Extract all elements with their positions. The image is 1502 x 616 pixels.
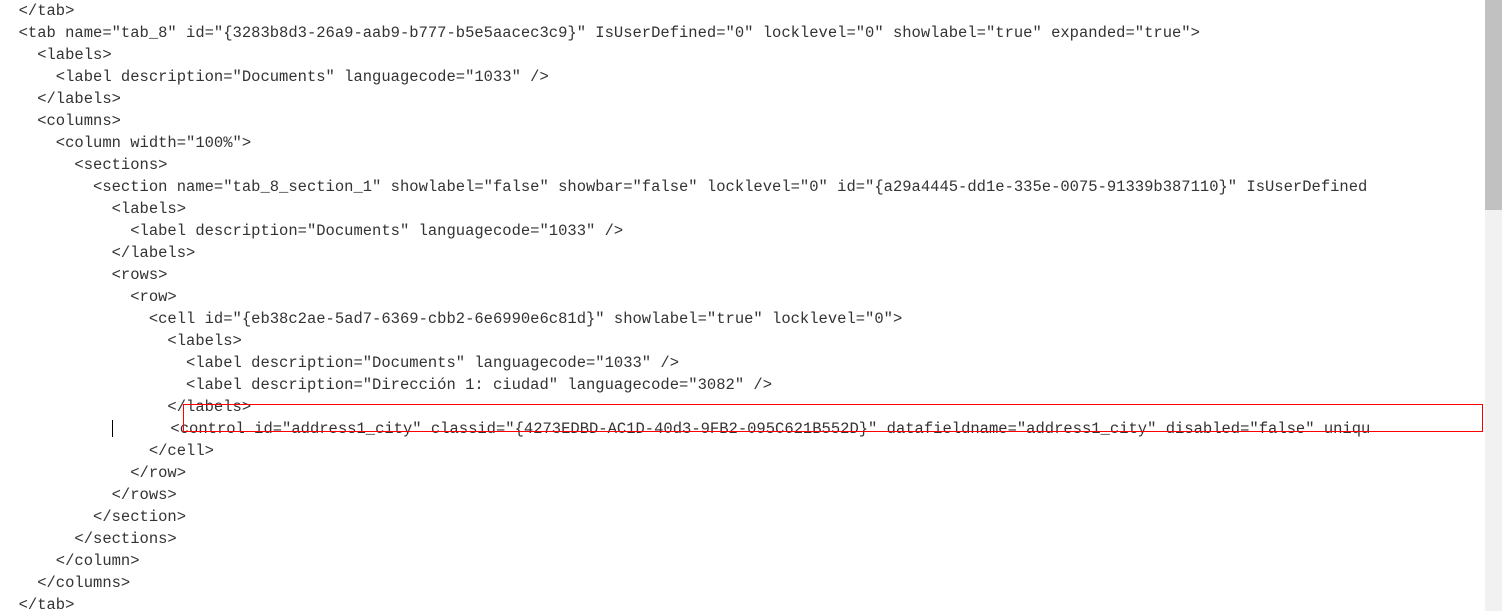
code-line: <row> xyxy=(0,286,1502,308)
code-line: <tab name="tab_8" id="{3283b8d3-26a9-aab… xyxy=(0,22,1502,44)
code-line: <section name="tab_8_section_1" showlabe… xyxy=(0,176,1502,198)
code-line: <cell id="{eb38c2ae-5ad7-6369-cbb2-6e699… xyxy=(0,308,1502,330)
code-line: </columns> xyxy=(0,572,1502,594)
code-line: </labels> xyxy=(0,88,1502,110)
vertical-scrollbar-track[interactable] xyxy=(1485,0,1502,611)
code-line: </tab> xyxy=(0,0,1502,22)
code-line: </row> xyxy=(0,462,1502,484)
code-line: <column width="100%"> xyxy=(0,132,1502,154)
highlight-rectangle xyxy=(183,404,1483,432)
code-line: </column> xyxy=(0,550,1502,572)
vertical-scrollbar-thumb[interactable] xyxy=(1485,0,1502,210)
code-line: </labels> xyxy=(0,242,1502,264)
code-line: <label description="Documents" languagec… xyxy=(0,352,1502,374)
code-line: <labels> xyxy=(0,198,1502,220)
code-line: </rows> xyxy=(0,484,1502,506)
xml-code-block[interactable]: </tab> <tab name="tab_8" id="{3283b8d3-2… xyxy=(0,0,1502,616)
code-line: </tab> xyxy=(0,594,1502,616)
code-line: <rows> xyxy=(0,264,1502,286)
code-line: <label description="Dirección 1: ciudad"… xyxy=(0,374,1502,396)
code-line: <labels> xyxy=(0,330,1502,352)
code-line: <labels> xyxy=(0,44,1502,66)
code-line: </sections> xyxy=(0,528,1502,550)
code-line: <label description="Documents" languagec… xyxy=(0,220,1502,242)
code-line: </cell> xyxy=(0,440,1502,462)
code-line: <sections> xyxy=(0,154,1502,176)
code-line: <columns> xyxy=(0,110,1502,132)
code-line: <label description="Documents" languagec… xyxy=(0,66,1502,88)
text-cursor xyxy=(112,420,113,437)
code-line: </section> xyxy=(0,506,1502,528)
